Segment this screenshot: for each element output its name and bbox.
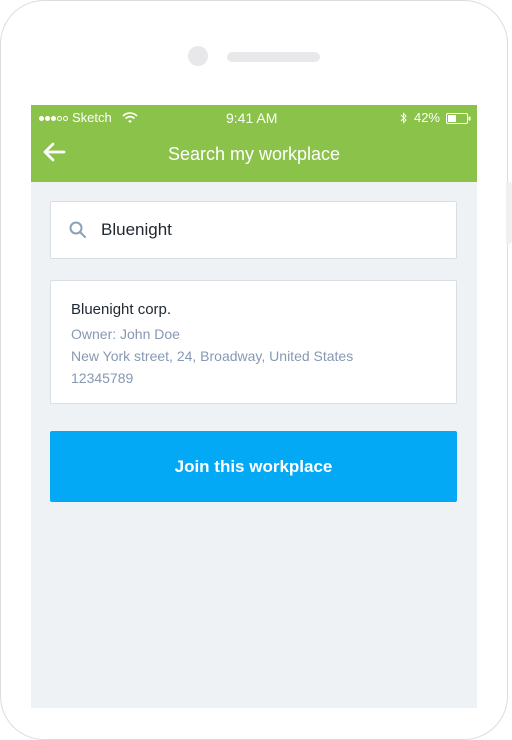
search-icon bbox=[69, 221, 86, 238]
signal-dot-empty bbox=[63, 115, 68, 121]
front-camera bbox=[188, 46, 208, 66]
status-bar-left: Sketch bbox=[39, 110, 138, 126]
signal-dot bbox=[51, 115, 56, 121]
search-box[interactable] bbox=[50, 201, 457, 259]
side-button bbox=[506, 182, 512, 244]
signal-dot bbox=[39, 115, 44, 121]
company-address: New York street, 24, Broadway, United St… bbox=[71, 348, 354, 364]
battery-icon bbox=[446, 112, 471, 124]
company-owner: Owner: John Doe bbox=[71, 326, 180, 342]
company-code: 12345789 bbox=[71, 370, 134, 386]
page-title: Search my workplace bbox=[167, 144, 341, 164]
wifi-icon bbox=[122, 112, 138, 123]
status-bar-right: 42% bbox=[400, 109, 471, 127]
join-workplace-button[interactable]: Join this workplace bbox=[50, 431, 457, 502]
search-input[interactable] bbox=[101, 217, 431, 243]
signal-icon bbox=[39, 115, 68, 121]
carrier-name: Sketch bbox=[72, 110, 112, 125]
signal-dot bbox=[45, 115, 50, 121]
app-screen: Sketch 9:41 AM 42% Search my workplace B… bbox=[31, 105, 477, 708]
workplace-result-card[interactable]: Bluenight corp. Owner: John Doe New York… bbox=[50, 280, 457, 404]
earpiece-speaker bbox=[227, 52, 320, 62]
app-header: Sketch 9:41 AM 42% Search my workplace bbox=[31, 105, 477, 182]
status-time: 9:41 AM bbox=[226, 110, 278, 126]
signal-dot-empty bbox=[57, 115, 62, 121]
bluetooth-icon bbox=[400, 112, 407, 124]
battery-percent: 42% bbox=[413, 110, 440, 125]
company-name: Bluenight corp. bbox=[71, 301, 172, 318]
